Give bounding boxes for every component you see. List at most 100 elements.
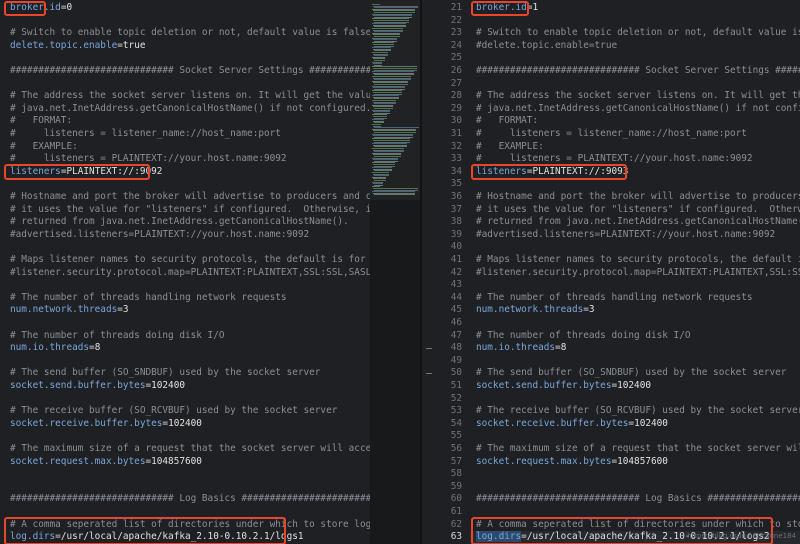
right-code-line[interactable]: # The receive buffer (SO_RCVBUF) used by… <box>476 405 800 417</box>
left-code-line[interactable]: socket.send.buffer.bytes=102400 <box>10 380 185 392</box>
right-code-line[interactable]: # Hostname and port the broker will adve… <box>476 191 800 203</box>
right-code-line[interactable]: # The send buffer (SO_SNDBUF) used by th… <box>476 367 786 379</box>
line-number: 46 <box>450 317 462 328</box>
gutter-marker <box>426 373 432 375</box>
right-code-line[interactable]: # returned from java.net.InetAddress.get… <box>476 216 800 228</box>
line-number: 56 <box>450 443 462 454</box>
right-code-line[interactable]: #listener.security.protocol.map=PLAINTEX… <box>476 267 800 279</box>
left-editor-pane[interactable]: broker.id=0 # Switch to enable topic dele… <box>0 0 370 544</box>
left-code-line[interactable]: # it uses the value for "listeners" if c… <box>10 204 370 216</box>
property-key: socket.send.buffer.bytes <box>10 380 146 391</box>
property-key: num.io.threads <box>10 342 90 354</box>
right-code-line[interactable]: # java.net.InetAddress.getCanonicalHostN… <box>476 103 800 115</box>
right-code-line[interactable]: # The maximum size of a request that the… <box>476 443 800 455</box>
line-number: 22 <box>450 14 462 26</box>
line-number: 58 <box>450 468 462 480</box>
gutter-marker <box>426 348 432 350</box>
right-code-line[interactable]: listeners=PLAINTEXT://:9093 <box>476 166 628 178</box>
left-code-line[interactable]: socket.request.max.bytes=104857600 <box>10 456 202 468</box>
property-value: 0 <box>66 2 73 13</box>
line-number: 39 <box>450 228 462 240</box>
left-code-line[interactable]: # The number of threads doing disk I/O <box>10 330 224 342</box>
line-number: 37 <box>450 203 462 215</box>
line-number: 53 <box>450 405 462 417</box>
left-code-line[interactable]: # A comma seperated list of directories … <box>10 519 370 531</box>
right-code-line[interactable]: socket.send.buffer.bytes=102400 <box>476 380 651 392</box>
right-code-line[interactable]: # listeners = listener_name://host_name:… <box>476 128 747 140</box>
right-code-line[interactable]: socket.request.max.bytes=104857600 <box>476 456 668 468</box>
left-code-line[interactable]: ############################# Socket Ser… <box>10 65 370 77</box>
right-code-line[interactable]: #delete.topic.enable=true <box>476 40 617 52</box>
left-code-line[interactable]: # Hostname and port the broker will adve… <box>10 191 370 203</box>
property-key: broker.id <box>10 2 61 13</box>
left-code-line[interactable]: delete.topic.enable=true <box>10 40 145 52</box>
property-value: 8 <box>560 342 567 354</box>
property-key: broker.id <box>476 2 527 13</box>
left-code-line[interactable]: ############################# Log Basics… <box>10 493 370 505</box>
right-code-line[interactable]: ############################# Log Basics… <box>476 493 800 505</box>
line-number: 55 <box>450 430 462 442</box>
right-code-line[interactable]: # A comma seperated list of directories … <box>476 519 800 531</box>
right-code-line[interactable]: # listeners = PLAINTEXT://your.host.name… <box>476 153 753 165</box>
right-code-line[interactable]: broker.id=1 <box>476 2 538 14</box>
left-code-line[interactable]: # returned from java.net.InetAddress.get… <box>10 216 349 228</box>
line-number: 40 <box>450 241 462 253</box>
left-code-line[interactable]: # EXAMPLE: <box>10 141 78 153</box>
left-code-line[interactable]: # The address the socket server listens … <box>10 90 370 102</box>
left-code-line[interactable]: # The maximum size of a request that the… <box>10 443 370 455</box>
left-code-line[interactable]: # Maps listener names to security protoc… <box>10 254 370 266</box>
right-code-line[interactable]: socket.receive.buffer.bytes=102400 <box>476 418 668 430</box>
line-number: 26 <box>450 65 462 76</box>
line-number: 25 <box>450 52 462 64</box>
line-number: 42 <box>450 266 462 278</box>
left-code-line[interactable]: log.dirs=/usr/local/apache/kafka_2.10-0.… <box>10 531 304 543</box>
left-code-line[interactable]: # The send buffer (SO_SNDBUF) used by th… <box>10 367 320 379</box>
property-value: 1 <box>532 2 539 13</box>
line-number: 34 <box>450 165 462 177</box>
right-code-line[interactable]: num.network.threads=3 <box>476 304 595 316</box>
left-code-line[interactable]: # listeners = listener_name://host_name:… <box>10 128 281 140</box>
right-code-line[interactable]: # The number of threads handling network… <box>476 292 753 304</box>
left-code-line[interactable]: num.io.threads=8 <box>10 342 100 354</box>
property-key: num.network.threads <box>476 304 584 316</box>
right-code-line[interactable]: num.io.threads=8 <box>476 342 566 354</box>
left-code-line[interactable]: socket.receive.buffer.bytes=102400 <box>10 418 202 430</box>
minimap-viewport[interactable] <box>370 0 420 200</box>
left-code-line[interactable]: # Switch to enable topic deletion or not… <box>10 27 370 39</box>
property-value: 104857600 <box>617 455 668 467</box>
left-code-line[interactable]: #listener.security.protocol.map=PLAINTEX… <box>10 267 370 279</box>
property-value: 104857600 <box>151 455 202 467</box>
line-number: 57 <box>450 455 462 467</box>
line-number: 23 <box>450 27 462 39</box>
left-code-line[interactable]: num.network.threads=3 <box>10 304 129 316</box>
minimap[interactable] <box>370 0 420 544</box>
left-code-line[interactable]: # The receive buffer (SO_RCVBUF) used by… <box>10 405 337 417</box>
property-key: listeners <box>10 165 61 177</box>
right-code-line[interactable]: # FORMAT: <box>476 115 538 127</box>
property-value: 102400 <box>168 417 202 429</box>
line-number: 44 <box>450 291 462 303</box>
line-number: 28 <box>450 90 462 102</box>
left-code-line[interactable]: broker.id=0 <box>10 2 72 14</box>
line-number: 38 <box>450 216 462 228</box>
property-value: 3 <box>122 304 129 316</box>
right-code-line[interactable]: ############################# Socket Ser… <box>476 65 800 77</box>
property-value: 8 <box>94 342 101 354</box>
left-code-line[interactable]: # FORMAT: <box>10 115 72 127</box>
right-code-line[interactable]: #advertised.listeners=PLAINTEXT://your.h… <box>476 229 775 241</box>
property-key: num.network.threads <box>10 304 118 316</box>
line-number: 35 <box>450 178 462 190</box>
left-code-line[interactable]: listeners=PLAINTEXT://:9092 <box>10 166 162 178</box>
left-code-line[interactable]: # listeners = PLAINTEXT://your.host.name… <box>10 153 287 165</box>
right-code-line[interactable]: # Maps listener names to security protoc… <box>476 254 800 266</box>
right-code-line[interactable]: # EXAMPLE: <box>476 141 544 153</box>
right-code-line[interactable]: # Switch to enable topic deletion or not… <box>476 27 800 39</box>
left-code-line[interactable]: # java.net.InetAddress.getCanonicalHostN… <box>10 103 370 115</box>
right-code-line[interactable]: # it uses the value for "listeners" if c… <box>476 204 800 216</box>
property-key: log.dirs <box>10 531 56 543</box>
right-editor-pane[interactable]: broker.id=1 # Switch to enable topic dele… <box>470 0 800 544</box>
right-code-line[interactable]: # The number of threads doing disk I/O <box>476 330 690 342</box>
left-code-line[interactable]: #advertised.listeners=PLAINTEXT://your.h… <box>10 229 309 241</box>
right-code-line[interactable]: # The address the socket server listens … <box>476 90 800 102</box>
left-code-line[interactable]: # The number of threads handling network… <box>10 292 287 304</box>
